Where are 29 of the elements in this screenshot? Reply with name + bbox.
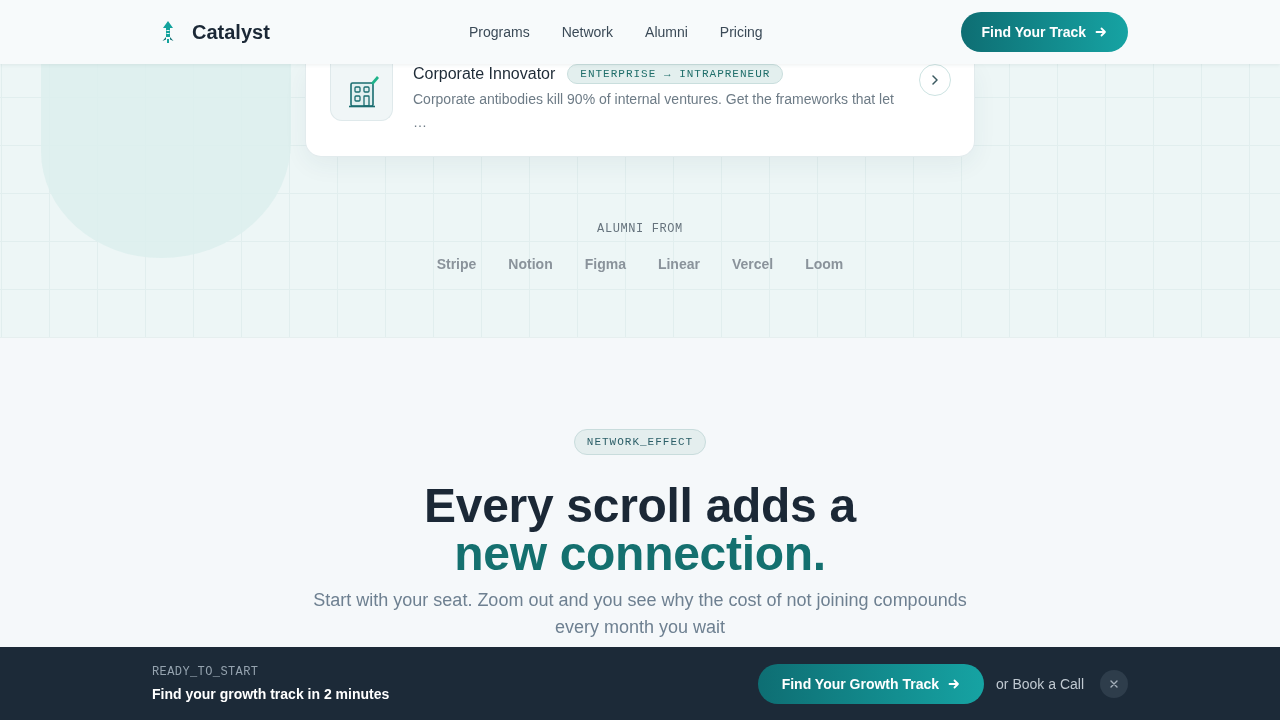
arrow-right-icon [948,677,961,690]
nav-link[interactable]: Network [561,23,614,41]
nav-link[interactable]: Programs [469,23,530,41]
track-tag: ENTERPRISE → INTRAPRENEUR [567,64,784,84]
brand-name: Catalyst [192,20,270,44]
nav-link[interactable]: Pricing [719,23,763,41]
open-card-button[interactable] [919,64,951,96]
close-icon [1110,679,1118,688]
company-name: Vercel [731,256,774,272]
section-heading: Every scroll adds a [424,482,856,530]
card-title: Corporate Innovator [413,64,556,84]
company-name: Figma [584,256,626,272]
chevron-right-icon [932,75,938,85]
close-button[interactable] [1100,669,1128,698]
company-name: Notion [508,256,553,272]
bar-eyebrow: READY_TO_START [152,664,260,679]
company-name: Loom [805,256,844,272]
bar-message: Find your growth track in 2 minutes [152,684,390,703]
section-tag: NETWORK_EFFECT [573,429,707,455]
arrow-right-icon [1095,26,1107,38]
section-subtitle: Start with your seat. Zoom out and you see why the cost of not joining compounds every month you wait [312,589,968,639]
card-description: Corporate antibodies kill 90% of internal ventures. Get the frameworks that let … [413,90,895,132]
nav-link[interactable]: Alumni [645,23,688,41]
company-name: Stripe [436,256,477,272]
alumni-label: ALUMNI FROM [597,222,683,236]
growth-track-button[interactable]: Find Your Growth Track [757,663,985,704]
company-name: Linear [657,256,700,272]
book-call-link[interactable]: or Book a Call [996,675,1084,692]
find-track-button[interactable]: Find Your Track [961,12,1128,52]
